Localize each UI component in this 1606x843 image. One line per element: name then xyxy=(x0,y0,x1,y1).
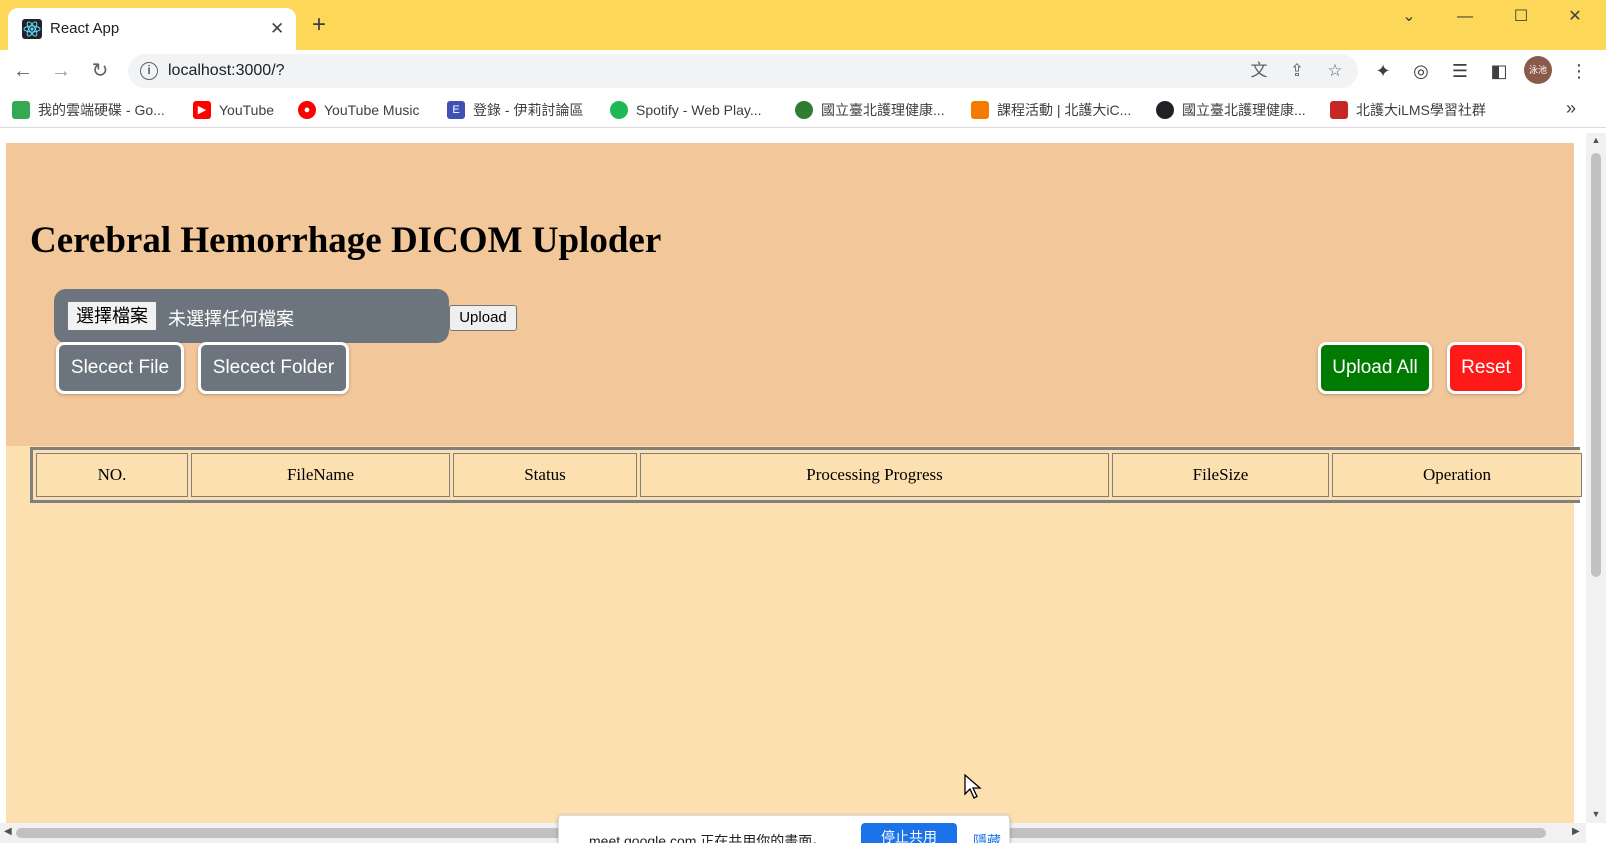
browser-window: React App ✕ + ⌄ — ☐ ✕ ← → ↻ i localhost:… xyxy=(0,0,1606,843)
youtube-icon: ▶ xyxy=(193,101,211,119)
mouse-cursor-icon xyxy=(964,774,982,799)
file-table: NO. FileName Status Processing Progress … xyxy=(30,447,1582,503)
upload-all-button[interactable]: Upload All xyxy=(1318,342,1432,394)
profile-avatar[interactable]: 泳池 xyxy=(1524,56,1552,84)
bookmark-item[interactable]: 課程活動 | 北護大iC... xyxy=(971,99,1131,121)
extensions-icon[interactable]: ✦ xyxy=(1370,58,1396,84)
translate-icon[interactable]: 文 xyxy=(1248,60,1270,82)
screen-share-notice: meet.google.com 正在共用你的畫面。 停止共用 隱藏 xyxy=(558,815,1010,843)
icourse-icon xyxy=(971,101,989,119)
more-bookmarks-icon[interactable]: » xyxy=(1566,98,1576,119)
select-folder-button[interactable]: Slecect Folder xyxy=(198,342,349,394)
ntunhs-icon xyxy=(795,101,813,119)
youtube-music-icon: ● xyxy=(298,101,316,119)
side-panel-icon[interactable]: ◧ xyxy=(1486,58,1512,84)
select-file-button[interactable]: Slecect File xyxy=(56,342,184,394)
spotify-icon xyxy=(610,101,628,119)
forward-icon[interactable]: → xyxy=(48,58,74,84)
stop-sharing-button[interactable]: 停止共用 xyxy=(861,823,957,843)
reload-icon[interactable]: ↻ xyxy=(87,58,113,84)
column-header-operation: Operation xyxy=(1332,453,1582,497)
google-drive-icon xyxy=(12,101,30,119)
tab-title: React App xyxy=(50,20,120,37)
scroll-up-icon[interactable]: ▲ xyxy=(1591,135,1601,145)
browser-toolbar: ← → ↻ i localhost:3000/? 文 ⇪ ☆ xyxy=(0,50,1606,92)
uploader-header: Cerebral Hemorrhage DICOM Uploder 選擇檔案 未… xyxy=(6,143,1574,446)
bookmark-item[interactable]: E 登錄 - 伊莉討論區 xyxy=(447,99,583,121)
bookmark-star-icon[interactable]: ☆ xyxy=(1324,60,1346,82)
reading-list-icon[interactable]: ☰ xyxy=(1447,58,1473,84)
new-tab-icon[interactable]: + xyxy=(312,13,326,37)
globe-icon xyxy=(1156,101,1174,119)
menu-icon[interactable]: ⋮ xyxy=(1566,58,1592,84)
bookmark-item[interactable]: 我的雲端硬碟 - Go... xyxy=(12,99,165,121)
no-file-text: 未選擇任何檔案 xyxy=(168,309,294,329)
hide-notice-link[interactable]: 隱藏 xyxy=(973,831,1001,843)
scroll-down-icon[interactable]: ▼ xyxy=(1591,809,1601,819)
app-page: Cerebral Hemorrhage DICOM Uploder 選擇檔案 未… xyxy=(6,143,1582,823)
bookmark-item[interactable]: 北護大iLMS學習社群 xyxy=(1330,99,1486,121)
share-notice-text: meet.google.com 正在共用你的畫面。 xyxy=(589,833,827,843)
bookmark-item[interactable]: Spotify - Web Play... xyxy=(610,99,762,121)
column-header-status: Status xyxy=(453,453,637,497)
column-header-processing-progress: Processing Progress xyxy=(640,453,1109,497)
address-bar[interactable]: i localhost:3000/? 文 ⇪ ☆ xyxy=(128,54,1358,88)
page-title: Cerebral Hemorrhage DICOM Uploder xyxy=(30,220,662,261)
close-tab-icon[interactable]: ✕ xyxy=(270,19,284,39)
tab-react-app[interactable]: React App ✕ xyxy=(8,8,296,50)
scroll-right-icon[interactable]: ▶ xyxy=(1572,826,1580,837)
extension-icon[interactable]: ◎ xyxy=(1408,58,1434,84)
reset-button[interactable]: Reset xyxy=(1447,342,1525,394)
upload-button[interactable]: Upload xyxy=(449,305,517,331)
share-icon[interactable]: ⇪ xyxy=(1286,60,1308,82)
column-header-filename: FileName xyxy=(191,453,450,497)
scroll-left-icon[interactable]: ◀ xyxy=(4,826,12,837)
maximize-icon[interactable]: ☐ xyxy=(1498,4,1544,30)
tab-search-icon[interactable]: ⌄ xyxy=(1386,4,1432,30)
back-icon[interactable]: ← xyxy=(10,58,36,84)
bookmark-item[interactable]: 國立臺北護理健康... xyxy=(1156,99,1306,121)
bookmark-item[interactable]: ▶ YouTube xyxy=(193,99,274,121)
bookmark-item[interactable]: 國立臺北護理健康... xyxy=(795,99,945,121)
eyny-icon: E xyxy=(447,101,465,119)
close-window-icon[interactable]: ✕ xyxy=(1552,4,1598,30)
react-icon xyxy=(22,19,42,39)
file-input-box: 選擇檔案 未選擇任何檔案 xyxy=(54,289,449,343)
vertical-scroll-thumb[interactable] xyxy=(1591,153,1601,577)
choose-file-button[interactable]: 選擇檔案 xyxy=(67,301,157,331)
url-text: localhost:3000/? xyxy=(168,62,285,79)
info-icon[interactable]: i xyxy=(140,62,158,80)
ilms-icon xyxy=(1330,101,1348,119)
bookmark-item[interactable]: ● YouTube Music xyxy=(298,99,419,121)
vertical-scrollbar[interactable]: ▲ ▼ xyxy=(1586,133,1606,823)
bookmarks-bar: 我的雲端硬碟 - Go... ▶ YouTube ● YouTube Music E… xyxy=(0,92,1606,128)
column-header-no: NO. xyxy=(36,453,188,497)
minimize-icon[interactable]: — xyxy=(1442,4,1488,30)
tab-strip: React App ✕ + ⌄ — ☐ ✕ xyxy=(0,0,1606,50)
page-viewport: Cerebral Hemorrhage DICOM Uploder 選擇檔案 未… xyxy=(0,129,1606,843)
column-header-filesize: FileSize xyxy=(1112,453,1329,497)
